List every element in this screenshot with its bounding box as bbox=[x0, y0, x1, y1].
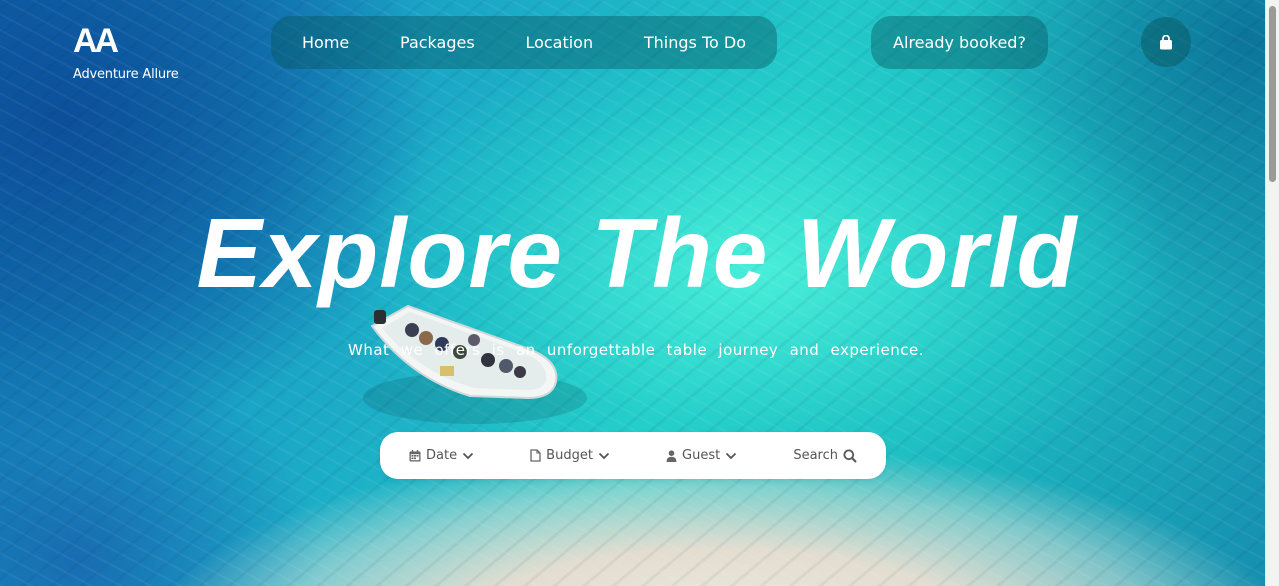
calendar-icon bbox=[409, 449, 421, 461]
date-label: Date bbox=[426, 448, 458, 463]
already-booked-button[interactable]: Already booked? bbox=[871, 16, 1048, 69]
scrollbar-thumb[interactable] bbox=[1269, 6, 1276, 182]
shopping-bag-icon bbox=[1160, 34, 1172, 49]
hero-subtitle: What we offers is an unforgettable table… bbox=[348, 341, 924, 359]
chevron-down-icon bbox=[462, 452, 474, 459]
chevron-down-icon bbox=[726, 452, 737, 459]
brand-logo[interactable]: AA Adventure Allure bbox=[73, 23, 179, 82]
nav-location[interactable]: Location bbox=[525, 33, 593, 52]
budget-label: Budget bbox=[546, 448, 593, 463]
nav-things-to-do[interactable]: Things To Do bbox=[644, 33, 746, 52]
nav-home[interactable]: Home bbox=[302, 33, 349, 52]
cart-button[interactable] bbox=[1141, 17, 1191, 67]
hero-title: Explore The World bbox=[196, 198, 1078, 308]
brand-name: Adventure Allure bbox=[73, 67, 179, 82]
nav-packages[interactable]: Packages bbox=[400, 33, 475, 52]
search-label: Search bbox=[793, 448, 838, 463]
main-nav: Home Packages Location Things To Do bbox=[271, 16, 777, 69]
search-bar: Date Budget Guest Search bbox=[380, 432, 886, 479]
search-button[interactable]: Search bbox=[793, 448, 857, 463]
guest-dropdown[interactable]: Guest bbox=[666, 448, 737, 463]
chevron-down-icon bbox=[598, 452, 610, 459]
user-icon bbox=[666, 449, 677, 462]
boat-image bbox=[363, 304, 587, 424]
budget-dropdown[interactable]: Budget bbox=[530, 448, 610, 463]
date-dropdown[interactable]: Date bbox=[409, 448, 474, 463]
logo-mark: AA bbox=[73, 22, 119, 60]
document-icon bbox=[530, 449, 541, 462]
search-icon bbox=[843, 449, 857, 463]
guest-label: Guest bbox=[682, 448, 721, 463]
page-scrollbar[interactable] bbox=[1265, 0, 1279, 586]
